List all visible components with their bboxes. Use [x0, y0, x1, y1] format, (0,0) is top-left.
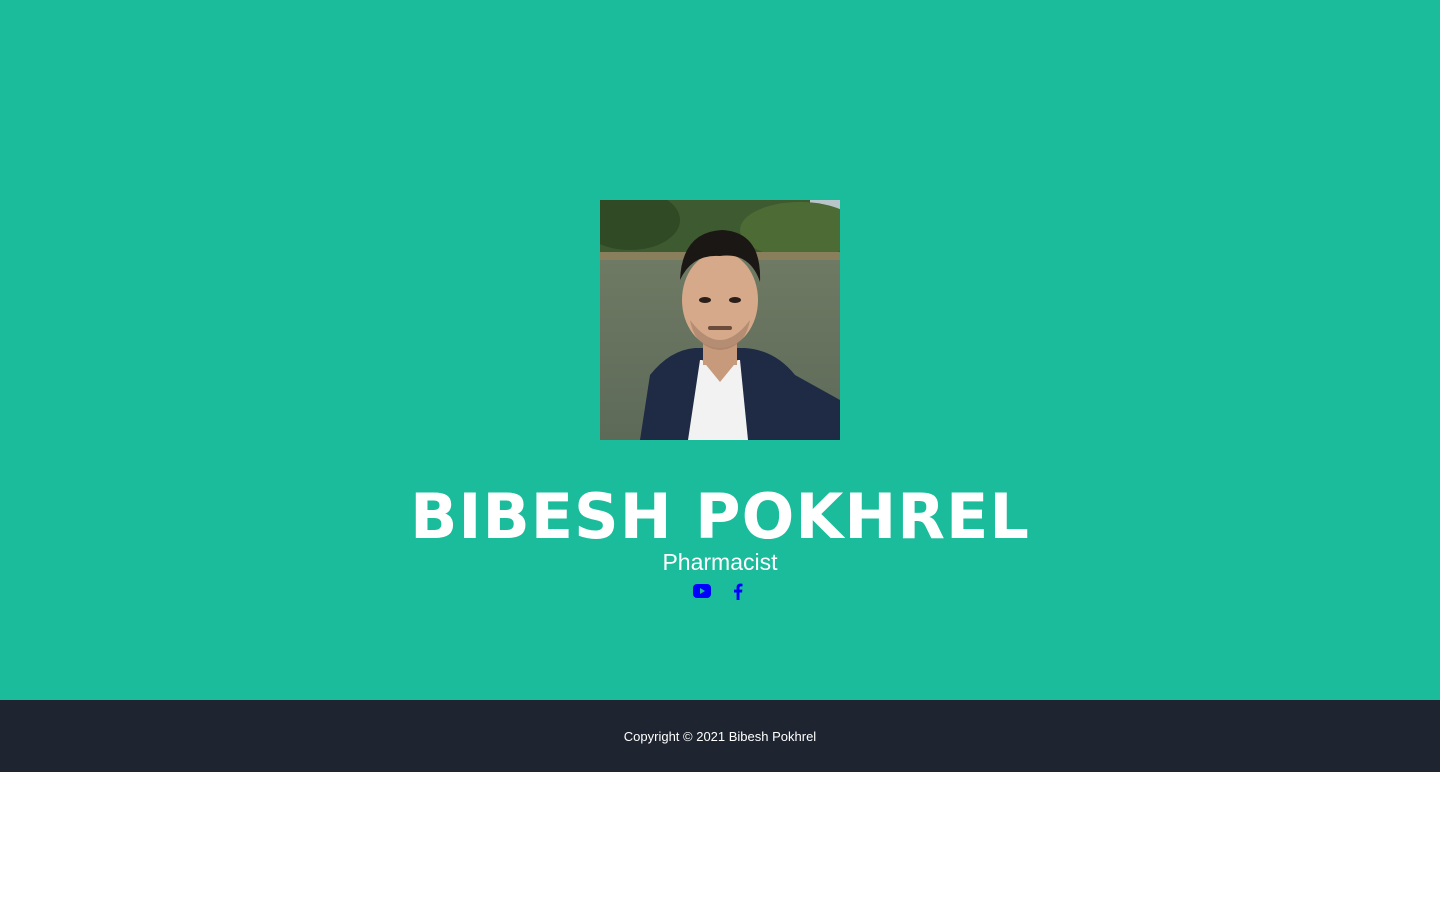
youtube-link[interactable]: [693, 582, 711, 600]
profile-photo: [600, 200, 840, 440]
facebook-link[interactable]: [729, 582, 747, 600]
footer: Copyright © 2021 Bibesh Pokhrel: [0, 700, 1440, 772]
profile-role: Pharmacist: [662, 549, 778, 575]
facebook-icon: [734, 583, 743, 600]
social-links: [0, 582, 1440, 600]
profile-name: BIBESH POKHREL: [410, 480, 1030, 553]
hero-section: BIBESH POKHREL Pharmacist: [0, 0, 1440, 700]
copyright-text: Copyright © 2021 Bibesh Pokhrel: [623, 728, 817, 744]
youtube-icon: [693, 584, 711, 598]
